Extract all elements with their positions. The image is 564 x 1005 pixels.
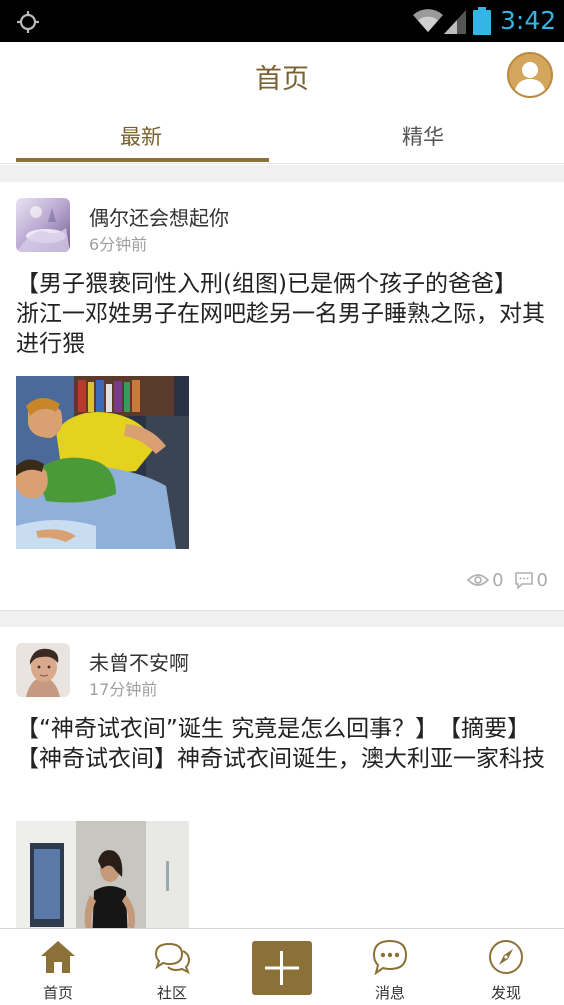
bottom-nav: 首页 社区 消息 发现 — [0, 928, 564, 1005]
post-username[interactable]: 未曾不安啊 — [89, 647, 189, 676]
post-photo — [16, 821, 189, 928]
nav-messages[interactable]: 消息 — [334, 929, 446, 1005]
home-icon — [41, 941, 75, 973]
comment-count-value: 0 — [536, 569, 548, 591]
post-text[interactable]: 【男子猥亵同性入刑(组图)已是俩个孩子的爸爸】 浙江一邓姓男子在网吧趁另一名男子… — [16, 269, 551, 359]
eye-icon — [467, 574, 490, 586]
user-avatar[interactable] — [16, 643, 70, 697]
post-time: 17分钟前 — [89, 680, 158, 699]
feed-divider — [0, 610, 564, 627]
tab-latest[interactable]: 最新 — [0, 114, 282, 164]
view-count: 0 — [467, 569, 504, 591]
view-count-value: 0 — [492, 569, 504, 591]
wifi-icon — [413, 9, 443, 32]
feed-tabs: 最新 精华 — [0, 114, 564, 164]
nav-discover-label: 发现 — [490, 984, 521, 1002]
post-username[interactable]: 偶尔还会想起你 — [89, 202, 229, 231]
feed-divider — [0, 165, 564, 182]
nav-community-label: 社区 — [156, 984, 187, 1002]
signal-icon — [444, 10, 466, 34]
feed-post[interactable]: 偶尔还会想起你 6分钟前 【男子猥亵同性入刑(组图)已是俩个孩子的爸爸】 浙江一… — [0, 182, 564, 610]
nav-discover[interactable]: 发现 — [450, 929, 562, 1005]
app-header: 首页 — [0, 42, 564, 114]
message-icon — [372, 939, 408, 975]
chat-bubbles-icon — [154, 942, 191, 975]
profile-avatar-button[interactable] — [507, 52, 553, 98]
user-icon — [514, 62, 546, 96]
active-tab-indicator — [16, 158, 269, 162]
nav-messages-label: 消息 — [374, 984, 405, 1002]
comment-icon — [514, 572, 533, 589]
post-image[interactable] — [16, 821, 189, 928]
tab-featured[interactable]: 精华 — [282, 114, 564, 164]
post-stats: 0 0 — [457, 568, 548, 592]
gps-icon — [17, 11, 39, 33]
user-avatar[interactable] — [16, 198, 70, 252]
avatar-image — [16, 198, 70, 252]
plus-icon — [265, 951, 299, 985]
battery-icon — [473, 7, 491, 35]
nav-community[interactable]: 社区 — [116, 929, 228, 1005]
post-image[interactable] — [16, 376, 189, 549]
compass-icon — [489, 940, 523, 974]
add-post-button[interactable] — [252, 941, 312, 995]
feed-post[interactable]: 未曾不安啊 17分钟前 【“神奇试衣间”诞生 究竟是怎么回事？】 【摘要】【神奇… — [0, 627, 564, 928]
post-time: 6分钟前 — [89, 235, 148, 254]
status-bar: 3:42 — [0, 0, 564, 42]
post-illustration — [16, 376, 189, 549]
nav-home[interactable]: 首页 — [2, 929, 114, 1005]
clock: 3:42 — [500, 6, 557, 35]
nav-home-label: 首页 — [42, 984, 73, 1002]
comment-count[interactable]: 0 — [514, 570, 548, 591]
avatar-image — [16, 643, 70, 697]
page-title: 首页 — [255, 64, 309, 95]
post-text[interactable]: 【“神奇试衣间”诞生 究竟是怎么回事？】 【摘要】【神奇试衣间】神奇试衣间诞生，… — [16, 714, 548, 774]
